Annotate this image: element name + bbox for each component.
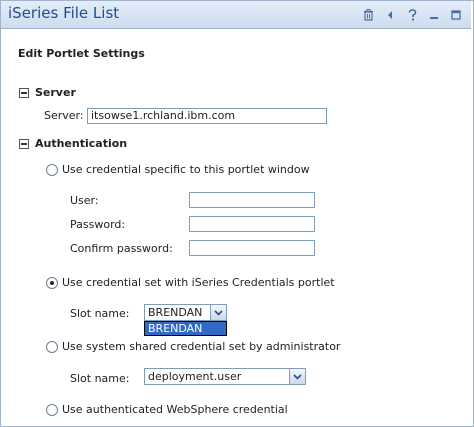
slot-name-dropdown: BRENDAN: [144, 321, 227, 336]
server-field-label: Server:: [44, 109, 84, 122]
server-section-header: Server: [19, 86, 76, 99]
help-icon[interactable]: [405, 8, 419, 22]
titlebar-controls: [361, 8, 463, 22]
option-shared-label: Use system shared credential set by admi…: [62, 340, 341, 353]
radio-iseries-credential[interactable]: [46, 276, 58, 289]
slot-name-label: Slot name:: [70, 307, 130, 320]
authentication-section-label: Authentication: [35, 137, 128, 150]
trash-icon[interactable]: [361, 8, 375, 22]
radio-shared-credential[interactable]: [46, 340, 58, 353]
shared-slot-name-label: Slot name:: [70, 372, 130, 385]
option-websphere-credential[interactable]: Use authenticated WebSphere credential: [46, 403, 288, 416]
password-input[interactable]: [189, 216, 315, 232]
option-specific-credential[interactable]: Use credential specific to this portlet …: [46, 163, 310, 176]
chevron-down-icon[interactable]: [210, 305, 226, 320]
portlet-window: [0, 0, 474, 427]
chevron-down-icon[interactable]: [289, 369, 305, 384]
shared-slot-name-select[interactable]: deployment.user: [144, 368, 306, 385]
collapse-toggle-icon[interactable]: [19, 138, 29, 149]
password-label: Password:: [70, 218, 126, 231]
user-label: User:: [70, 194, 99, 207]
slot-option-brendan[interactable]: BRENDAN: [145, 322, 226, 335]
collapse-toggle-icon[interactable]: [19, 87, 29, 98]
option-shared-credential[interactable]: Use system shared credential set by admi…: [46, 340, 340, 353]
option-specific-label: Use credential specific to this portlet …: [62, 163, 310, 176]
option-websphere-label: Use authenticated WebSphere credential: [62, 403, 288, 416]
radio-specific-credential[interactable]: [46, 163, 58, 176]
radio-websphere-credential[interactable]: [46, 403, 58, 416]
page-heading: Edit Portlet Settings: [18, 47, 145, 60]
user-input[interactable]: [189, 192, 315, 208]
confirm-password-label: Confirm password:: [70, 242, 173, 255]
confirm-password-input[interactable]: [189, 240, 315, 256]
back-icon[interactable]: [383, 8, 397, 22]
server-section-label: Server: [35, 86, 76, 99]
portlet-titlebar: iSeries File List: [1, 1, 471, 29]
shared-slot-name-value: deployment.user: [148, 370, 242, 383]
slot-name-value: BRENDAN: [148, 306, 203, 319]
option-iseries-label: Use credential set with iSeries Credenti…: [62, 276, 335, 289]
option-iseries-credential[interactable]: Use credential set with iSeries Credenti…: [46, 276, 335, 289]
minimize-icon[interactable]: [427, 8, 441, 22]
server-input[interactable]: itsowse1.rchland.ibm.com: [87, 108, 327, 124]
slot-name-select[interactable]: BRENDAN: [144, 304, 227, 321]
portlet-title: iSeries File List: [8, 4, 120, 22]
authentication-section-header: Authentication: [19, 137, 127, 150]
maximize-icon[interactable]: [449, 8, 463, 22]
